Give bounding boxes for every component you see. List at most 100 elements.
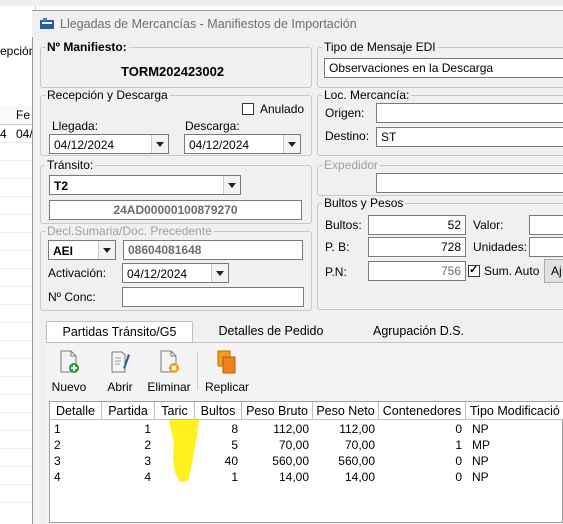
table-cell-peso-bruto[interactable]: 14,00	[242, 469, 313, 485]
column-header-peso-neto[interactable]: Peso Neto	[313, 402, 379, 420]
column-header-peso-bruto[interactable]: Peso Bruto	[242, 402, 313, 420]
column-header-tipo-modificacion[interactable]: Tipo Modificació	[466, 402, 563, 420]
background-gridline	[0, 502, 35, 503]
table-cell-contenedores[interactable]: 0	[379, 421, 466, 437]
transito-type-value: T2	[54, 179, 69, 193]
column-header-contenedores[interactable]: Contenedores	[379, 402, 466, 420]
anulado-checkbox[interactable]	[242, 103, 254, 115]
background-gridline	[0, 196, 35, 197]
table-row[interactable]: 1	[50, 421, 102, 437]
transito-type-select[interactable]: T2	[49, 175, 241, 195]
background-gridline	[0, 142, 35, 143]
peso-neto-field[interactable]: 756	[368, 261, 466, 281]
abrir-button[interactable]: Abrir	[102, 350, 138, 394]
sum-auto-label: Sum. Auto	[484, 264, 540, 278]
sum-auto-checkbox[interactable]	[468, 263, 480, 277]
table-cell-bultos[interactable]: 40	[195, 453, 242, 469]
table-cell-tipo[interactable]: NP	[468, 421, 548, 437]
declaracion-number-field[interactable]: 08604081648	[123, 240, 303, 260]
eliminar-label: Eliminar	[147, 380, 191, 394]
table-cell-peso-bruto[interactable]: 560,00	[242, 453, 313, 469]
transito-document-field[interactable]: 24AD00000100879270	[49, 200, 302, 220]
background-gridline	[0, 214, 35, 215]
table-cell-peso-neto[interactable]: 112,00	[313, 421, 379, 437]
ajustar-button[interactable]: Aj	[544, 259, 563, 283]
table-row[interactable]: 2	[50, 437, 102, 453]
table-cell-tipo[interactable]: MP	[468, 437, 548, 453]
table-cell-partida[interactable]: 3	[102, 453, 155, 469]
table-cell-bultos[interactable]: 5	[195, 437, 242, 453]
table-cell-taric[interactable]	[155, 421, 195, 437]
background-cell: 4	[0, 127, 7, 141]
table-cell-bultos[interactable]: 1	[195, 469, 242, 485]
descarga-date-picker[interactable]: 04/12/2024	[184, 134, 301, 154]
chevron-down-icon[interactable]	[223, 176, 240, 194]
peso-bruto-field[interactable]: 728	[368, 237, 466, 257]
table-cell-taric[interactable]	[155, 437, 195, 453]
llegada-date-picker[interactable]: 04/12/2024	[49, 134, 169, 154]
table-cell-contenedores[interactable]: 0	[379, 469, 466, 485]
valor-field[interactable]	[529, 215, 563, 235]
chevron-down-icon[interactable]	[98, 241, 115, 259]
tab-detalles-pedido[interactable]: Detalles de Pedido	[206, 321, 336, 342]
table-cell-partida[interactable]: 2	[102, 437, 155, 453]
activacion-date-picker[interactable]: 04/12/2024	[122, 263, 229, 283]
destino-label: Destino:	[325, 129, 370, 143]
bultos-label: Bultos:	[325, 218, 362, 232]
edit-document-icon	[111, 351, 130, 373]
table-cell-peso-neto[interactable]: 14,00	[313, 469, 379, 485]
tipo-mensaje-field[interactable]: Observaciones en la Descarga	[324, 58, 563, 78]
column-header-partida[interactable]: Partida	[102, 402, 155, 420]
expedidor-field[interactable]	[376, 173, 563, 193]
destino-field[interactable]: ST	[376, 127, 563, 147]
table-cell-peso-neto[interactable]: 70,00	[313, 437, 379, 453]
background-gridline	[0, 160, 35, 161]
origen-label: Origen:	[325, 106, 365, 120]
origen-field[interactable]	[376, 103, 563, 123]
table-cell-contenedores[interactable]: 0	[379, 453, 466, 469]
app-icon	[40, 18, 54, 29]
background-caption: epción	[0, 44, 36, 58]
eliminar-button[interactable]: Eliminar	[145, 350, 193, 394]
table-cell-tipo[interactable]: NP	[468, 453, 548, 469]
bultos-pesos-legend: Bultos y Pesos	[324, 196, 404, 210]
conc-label: Nº Conc:	[48, 290, 96, 304]
transito-legend: Tránsito:	[47, 158, 94, 172]
unidades-field[interactable]	[529, 237, 563, 257]
table-cell-bultos[interactable]: 8	[195, 421, 242, 437]
tab-agrupacion-ds[interactable]: Agrupación D.S.	[361, 321, 476, 342]
table-cell-peso-neto[interactable]: 560,00	[313, 453, 379, 469]
activacion-label: Activación:	[48, 266, 107, 280]
replicar-button[interactable]: Replicar	[204, 350, 250, 394]
new-document-icon	[60, 350, 79, 373]
valor-label: Valor:	[473, 218, 504, 232]
background-gridline	[0, 178, 35, 179]
table-cell-partida[interactable]: 1	[102, 421, 155, 437]
tipo-mensaje-legend: Tipo de Mensaje EDI	[324, 40, 436, 54]
table-cell-taric[interactable]	[155, 469, 195, 485]
table-cell-peso-bruto[interactable]: 70,00	[242, 437, 313, 453]
tab-partidas-transito[interactable]: Partidas Tránsito/G5	[46, 321, 193, 343]
chevron-down-icon[interactable]	[151, 135, 168, 153]
table-cell-contenedores[interactable]: 1	[379, 437, 466, 453]
table-row[interactable]: 3	[50, 453, 102, 469]
conc-field[interactable]	[122, 287, 304, 307]
table-cell-taric[interactable]	[155, 453, 195, 469]
descarga-label: Descarga:	[185, 119, 240, 133]
table-cell-partida[interactable]: 4	[102, 469, 155, 485]
manifiesto-legend: Nº Manifiesto:	[47, 40, 127, 54]
background-gridline	[0, 322, 35, 323]
background-gridline	[0, 466, 35, 467]
table-row[interactable]: 4	[50, 469, 102, 485]
chevron-down-icon[interactable]	[211, 264, 228, 282]
manifiesto-number: TORM202423002	[121, 64, 225, 79]
bultos-field[interactable]: 52	[368, 215, 466, 235]
background-gridline	[0, 250, 35, 251]
ajustar-button-label: Aj	[551, 264, 562, 278]
declaracion-type-select[interactable]: AEI	[48, 240, 116, 260]
table-cell-peso-bruto[interactable]: 112,00	[242, 421, 313, 437]
table-cell-tipo[interactable]: NP	[468, 469, 548, 485]
chevron-down-icon[interactable]	[283, 135, 300, 153]
nuevo-button[interactable]: Nuevo	[48, 350, 90, 394]
column-header-detalle[interactable]: Detalle	[50, 402, 102, 420]
